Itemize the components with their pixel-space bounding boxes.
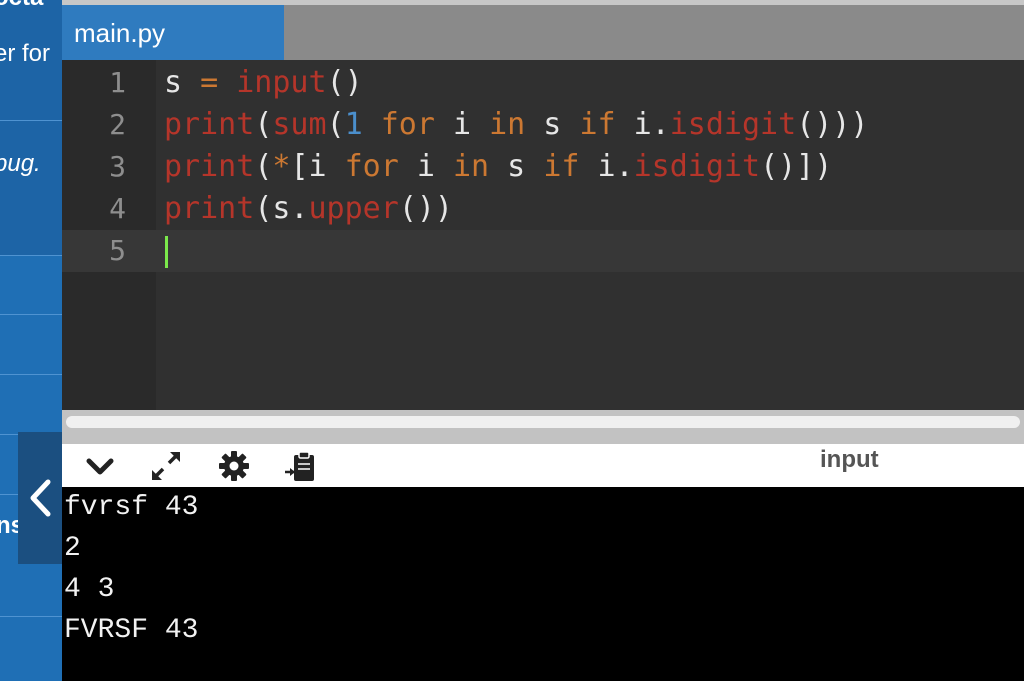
console-line: FVRSF 43 [64,615,199,646]
code-editor[interactable]: 1 2 3 4 5 s = input() print(sum(1 for i … [62,60,1024,410]
sidebar-divider [0,314,62,315]
pane-splitter[interactable] [62,410,1024,444]
line-number: 3 [109,150,126,183]
sidebar-panel [0,0,62,255]
line-number: 4 [109,192,126,225]
horizontal-scrollbar[interactable] [66,416,1020,428]
editor-tab-bar: main.py [62,0,1024,60]
code-line[interactable]: print(s.upper()) [164,188,453,230]
text-cursor [165,236,168,268]
console-line: fvrsf 43 [64,492,199,523]
collapse-sidebar-button[interactable] [18,432,62,564]
left-sidebar: octa er for bug. ns [0,0,62,681]
console-line: 2 [64,533,81,564]
sidebar-text-title: octa [0,0,43,12]
code-line[interactable]: print(*[i for i in s if i.isdigit()]) [164,146,832,188]
code-line[interactable]: print(sum(1 for i in s if i.isdigit())) [164,104,868,146]
sidebar-divider [0,255,62,256]
line-number: 1 [109,66,126,99]
console-output[interactable]: fvrsf 43 2 4 3 FVRSF 43 [62,487,1024,681]
tab-label: main.py [74,18,166,48]
console-toolbar: input [62,444,1024,487]
active-line-highlight [62,230,1024,272]
sidebar-divider [0,374,62,375]
code-line[interactable]: s = input() [164,62,363,104]
sidebar-text-line: er for [0,40,51,67]
console-line: 4 3 [64,574,115,605]
line-number: 2 [109,108,126,141]
sidebar-divider [0,616,62,617]
clipboard-icon[interactable] [282,448,318,484]
chevron-left-icon [30,479,51,517]
sidebar-divider [0,120,62,121]
sidebar-text-hint: bug. [0,150,41,177]
line-number: 5 [109,234,126,267]
chevron-down-icon[interactable] [82,448,118,484]
tab-main-py[interactable]: main.py [62,5,284,60]
gear-icon[interactable] [216,448,252,484]
expand-icon[interactable] [148,448,184,484]
input-tab-label[interactable]: input [820,446,879,474]
